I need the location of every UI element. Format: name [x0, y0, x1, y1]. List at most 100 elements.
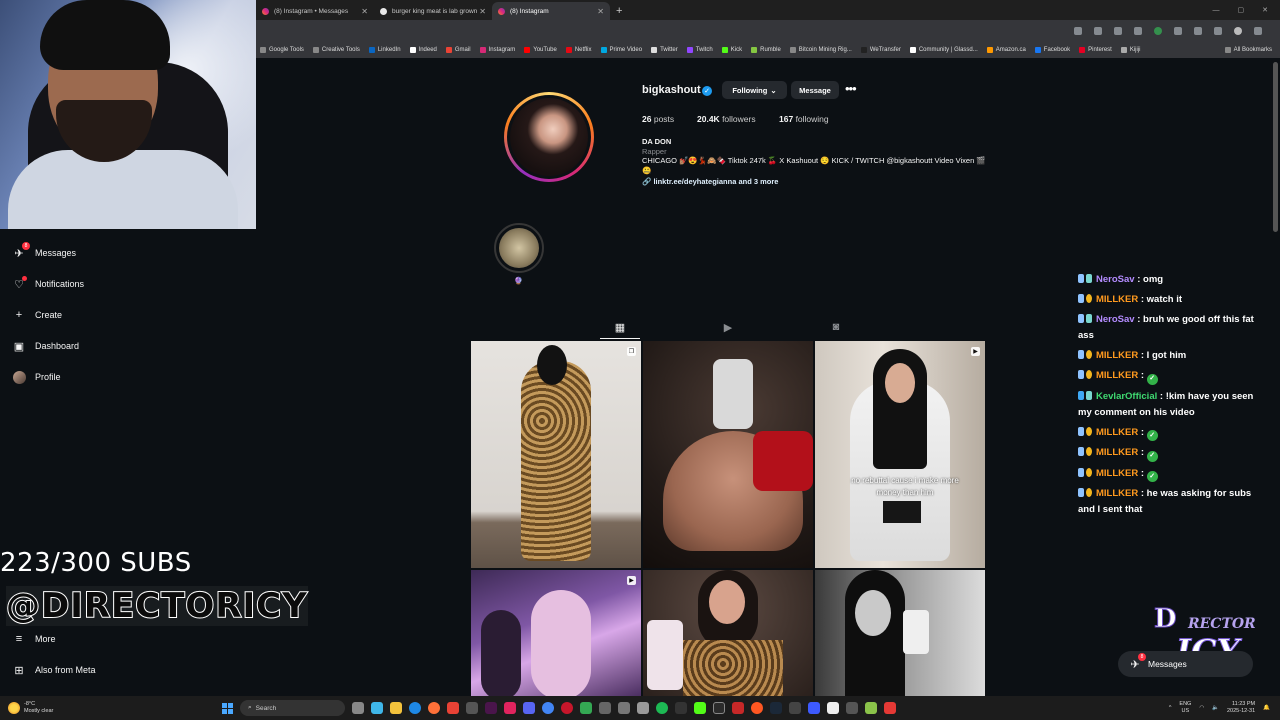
menu-icon[interactable] — [1254, 27, 1262, 35]
following-stat[interactable]: 167 following — [779, 114, 829, 124]
task-view-icon[interactable] — [352, 702, 364, 714]
extension-icon[interactable] — [1154, 27, 1162, 35]
edge-icon[interactable] — [409, 702, 421, 714]
all-bookmarks[interactable]: All Bookmarks — [1224, 47, 1280, 53]
post-thumbnail[interactable]: ❐ — [471, 341, 641, 568]
volume-icon[interactable]: 🔈 — [1212, 705, 1219, 711]
post-thumbnail[interactable]: no rebuttal cause i make more money than… — [815, 341, 985, 568]
following-button[interactable]: Following ⌄ — [722, 81, 787, 99]
scrollbar[interactable] — [1273, 62, 1278, 232]
obs-icon[interactable] — [713, 702, 725, 714]
bookmark-item[interactable]: Kick — [721, 47, 742, 53]
app-icon[interactable] — [599, 702, 611, 714]
browser-tab[interactable]: (8) Instagram • Messages ✕ — [256, 2, 374, 20]
app-icon[interactable] — [846, 702, 858, 714]
app-icon[interactable] — [485, 702, 497, 714]
tab-posts-grid-icon[interactable]: ▦ — [612, 320, 628, 334]
bookmark-item[interactable]: Google Tools — [260, 47, 304, 53]
nav-notifications[interactable]: ♡ Notifications — [12, 276, 84, 291]
app-icon[interactable] — [732, 702, 744, 714]
close-icon[interactable]: ✕ — [597, 7, 604, 16]
bookmark-item[interactable]: Instagram — [479, 47, 515, 53]
profile-avatar-icon[interactable] — [1234, 27, 1242, 35]
close-window-icon[interactable]: ✕ — [1262, 6, 1268, 14]
app-icon[interactable] — [789, 702, 801, 714]
app-icon[interactable] — [884, 702, 896, 714]
puzzle-icon[interactable] — [1174, 27, 1182, 35]
app-icon[interactable] — [447, 702, 459, 714]
messages-pill-button[interactable]: ✈ 8 Messages — [1118, 651, 1253, 677]
nav-dashboard[interactable]: ▣ Dashboard — [12, 339, 79, 353]
app-icon[interactable] — [504, 702, 516, 714]
nav-also-from-meta[interactable]: ⊞ Also from Meta — [12, 663, 95, 677]
bookmark-item[interactable]: Twitter — [651, 47, 678, 53]
notification-bell-icon[interactable]: 🔔 — [1263, 705, 1270, 711]
bookmark-item[interactable]: Netflix — [565, 47, 592, 53]
weather-widget[interactable]: -8°C Mostly clear — [0, 701, 200, 715]
nav-messages[interactable]: ✈ 8 Messages — [12, 242, 76, 260]
bookmark-item[interactable]: Indeed — [409, 47, 437, 53]
post-thumbnail[interactable] — [643, 341, 813, 568]
app-icon[interactable] — [808, 702, 820, 714]
browser-tab[interactable]: burger king meat is lab grown ✕ — [374, 2, 492, 20]
nav-profile[interactable]: Profile — [12, 370, 61, 384]
language-indicator[interactable]: ENG US — [1179, 701, 1191, 715]
chrome-icon[interactable] — [542, 702, 554, 714]
file-explorer-icon[interactable] — [390, 702, 402, 714]
playlist-icon[interactable] — [1214, 27, 1222, 35]
close-icon[interactable]: ✕ — [479, 7, 486, 16]
bookmark-item[interactable]: Community | Glassd... — [909, 47, 978, 53]
app-icon[interactable] — [637, 702, 649, 714]
steam-icon[interactable] — [770, 702, 782, 714]
copilot-icon[interactable] — [371, 702, 383, 714]
app-icon[interactable] — [561, 702, 573, 714]
profile-picture[interactable] — [504, 92, 594, 182]
bookmark-item[interactable]: Creative Tools — [312, 47, 360, 53]
app-icon[interactable] — [865, 702, 877, 714]
story-highlight[interactable] — [494, 223, 544, 273]
tab-tagged-icon[interactable]: ◙ — [828, 320, 844, 334]
cast-icon[interactable] — [1074, 27, 1082, 35]
spotify-icon[interactable] — [656, 702, 668, 714]
followers-stat[interactable]: 20.4K followers — [697, 114, 756, 124]
bookmark-item[interactable]: Twitch — [686, 47, 713, 53]
taskbar-search[interactable]: ⌕ Search — [240, 700, 345, 716]
bookmark-item[interactable]: Bitcoin Mining Rig... — [789, 47, 852, 53]
kick-icon[interactable] — [694, 702, 706, 714]
sidebar-icon[interactable] — [1194, 27, 1202, 35]
bookmark-item[interactable]: Kijiji — [1120, 47, 1141, 53]
terminal-icon[interactable] — [675, 702, 687, 714]
bookmark-item[interactable]: Amazon.ca — [986, 47, 1026, 53]
app-icon[interactable] — [751, 702, 763, 714]
nav-create[interactable]: + Create — [12, 308, 62, 322]
chevron-up-icon[interactable]: ^ — [1169, 705, 1172, 711]
capcut-icon[interactable] — [827, 702, 839, 714]
bookmark-item[interactable]: YouTube — [524, 47, 557, 53]
app-icon[interactable] — [618, 702, 630, 714]
bookmark-item[interactable]: Prime Video — [600, 47, 642, 53]
minimize-icon[interactable]: — — [1213, 7, 1220, 14]
nav-more[interactable]: ≡ More — [12, 632, 56, 646]
bookmark-item[interactable]: LinkedIn — [368, 47, 401, 53]
app-icon[interactable] — [580, 702, 592, 714]
message-button[interactable]: Message — [791, 81, 839, 99]
wifi-icon[interactable]: ◠ — [1199, 705, 1204, 711]
star-icon[interactable] — [1114, 27, 1122, 35]
zoom-icon[interactable] — [1094, 27, 1102, 35]
bookmark-item[interactable]: WeTransfer — [860, 47, 901, 53]
maximize-icon[interactable]: ▢ — [1238, 6, 1245, 14]
bookmark-item[interactable]: Pinterest — [1079, 47, 1112, 53]
post-thumbnail[interactable] — [643, 570, 813, 696]
post-thumbnail[interactable]: ▶ — [471, 570, 641, 696]
browser-tab-active[interactable]: (8) Instagram ✕ — [492, 2, 610, 20]
bookmark-item[interactable]: Facebook — [1034, 47, 1070, 53]
close-icon[interactable]: ✕ — [361, 7, 368, 16]
app-icon[interactable] — [466, 702, 478, 714]
windows-start-icon[interactable] — [222, 702, 233, 714]
discord-icon[interactable] — [523, 702, 535, 714]
bookmark-item[interactable]: Rumble — [751, 47, 781, 53]
profile-link[interactable]: 🔗 linktr.ee/deyhategianna and 3 more — [642, 177, 778, 186]
tab-reels-icon[interactable]: ▶ — [720, 320, 736, 334]
screenshot-icon[interactable] — [1134, 27, 1142, 35]
firefox-icon[interactable] — [428, 702, 440, 714]
